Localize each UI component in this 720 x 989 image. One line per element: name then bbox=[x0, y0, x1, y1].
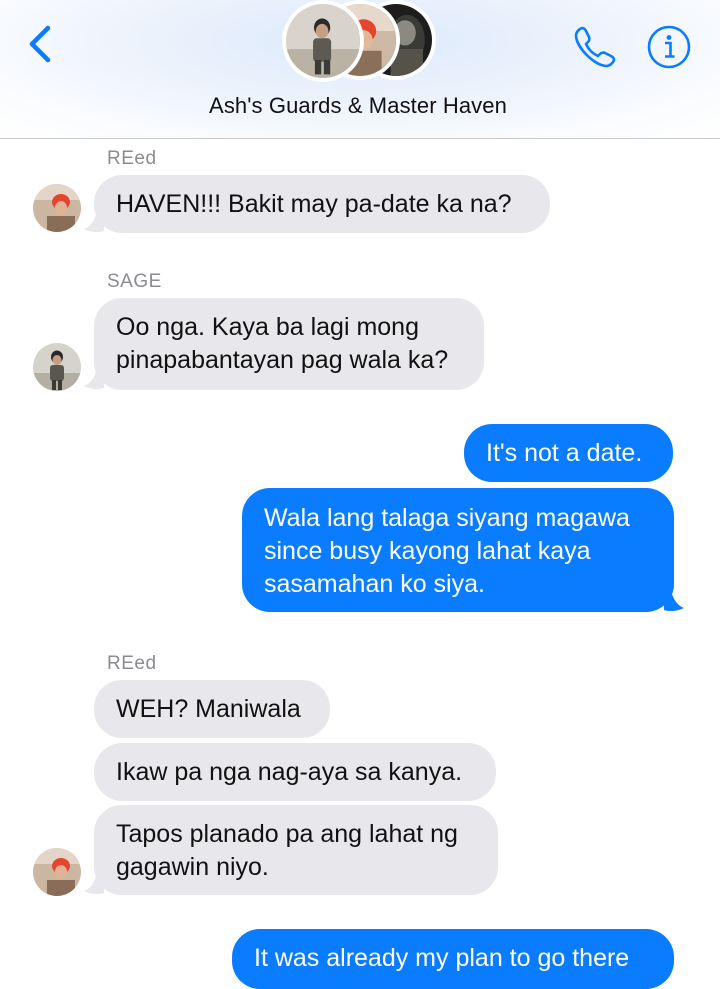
bubble-tail bbox=[84, 215, 104, 233]
message-text: gagawin niyo. bbox=[116, 853, 269, 881]
member-avatar bbox=[282, 0, 364, 82]
bubble-tail bbox=[84, 877, 104, 895]
chevron-left-icon bbox=[29, 25, 51, 63]
sender-name: SAGE bbox=[107, 271, 162, 292]
message-text: pinapabantayan pag wala ka? bbox=[116, 346, 449, 374]
call-button[interactable] bbox=[570, 22, 620, 72]
info-button[interactable] bbox=[646, 24, 692, 70]
message-text: Wala lang talaga siyang magawa bbox=[264, 504, 630, 532]
message-text: Tapos planado pa ang lahat ng bbox=[116, 820, 458, 848]
chat-header: Ash's Guards & Master Haven bbox=[0, 0, 720, 139]
message-text: HAVEN!!! Bakit may pa-date ka na? bbox=[116, 190, 512, 218]
message-bubble[interactable]: Oo nga. Kaya ba lagi mong pinapabantayan… bbox=[94, 298, 484, 390]
sender-name: REed bbox=[107, 148, 157, 169]
group-avatar-stack[interactable] bbox=[280, 0, 440, 84]
bubble-tail bbox=[664, 594, 684, 612]
message-text: It's not a date. bbox=[486, 439, 643, 467]
bubble-tail bbox=[84, 372, 104, 390]
message-text: Ikaw pa nga nag-aya sa kanya. bbox=[116, 758, 463, 786]
message-text: WEH? Maniwala bbox=[116, 695, 301, 723]
message-bubble[interactable]: Tapos planado pa ang lahat ng gagawin ni… bbox=[94, 805, 498, 895]
back-button[interactable] bbox=[22, 22, 62, 66]
chat-title[interactable]: Ash's Guards & Master Haven bbox=[0, 93, 716, 119]
info-icon bbox=[647, 25, 691, 69]
message-text: sasamahan ko siya. bbox=[264, 570, 485, 598]
sender-name: REed bbox=[107, 653, 157, 674]
message-text: Oo nga. Kaya ba lagi mong bbox=[116, 313, 419, 341]
phone-icon bbox=[574, 26, 616, 68]
message-bubble[interactable]: HAVEN!!! Bakit may pa-date ka na? bbox=[94, 175, 550, 233]
message-bubble[interactable]: It was already my plan to go there bbox=[232, 929, 674, 989]
message-bubble[interactable]: It's not a date. bbox=[464, 424, 673, 482]
message-text: since busy kayong lahat kaya bbox=[264, 537, 591, 565]
sender-avatar[interactable] bbox=[33, 184, 81, 232]
message-text: It was already my plan to go there bbox=[254, 944, 630, 972]
message-bubble[interactable]: Ikaw pa nga nag-aya sa kanya. bbox=[94, 743, 496, 801]
sender-avatar[interactable] bbox=[33, 848, 81, 896]
sender-avatar[interactable] bbox=[33, 343, 81, 391]
message-bubble[interactable]: Wala lang talaga siyang magawa since bus… bbox=[242, 488, 674, 612]
message-bubble[interactable]: WEH? Maniwala bbox=[94, 680, 330, 738]
